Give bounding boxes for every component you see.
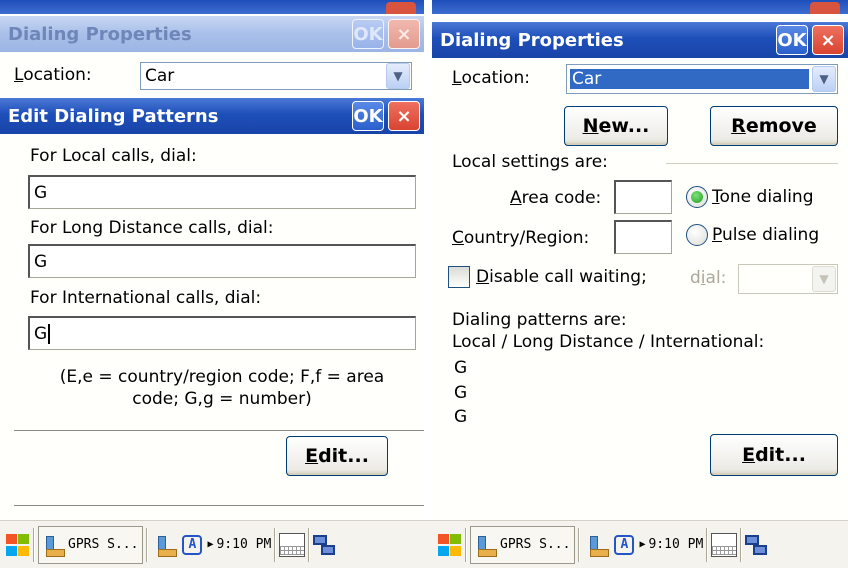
taskbar-app-label: GPRS S... [500, 537, 571, 552]
location-value: Car [570, 69, 809, 89]
edit-patterns-title: Edit Dialing Patterns [8, 105, 219, 127]
pulse-dialing-option[interactable]: Pulse dialing [686, 224, 819, 246]
country-region-input[interactable] [614, 220, 672, 254]
taskbar-left: GPRS S... A ▶ 9:10 PM [0, 520, 432, 568]
taskbar-app-button[interactable]: GPRS S... [470, 525, 576, 564]
switch-windows-icon[interactable] [313, 533, 337, 557]
pattern-local: G [454, 358, 468, 378]
inactive-window-title: Dialing Properties [8, 23, 192, 45]
edit-button[interactable]: Edit... [710, 434, 838, 476]
clock[interactable]: 9:10 PM [216, 537, 271, 552]
location-value: Car [145, 66, 175, 86]
taskbar-app-label: GPRS S... [68, 537, 139, 552]
inactive-titlebar: Dialing Properties OK × [0, 16, 424, 52]
gprs-app-icon [587, 534, 610, 557]
chevron-down-icon[interactable]: ▼ [812, 66, 836, 92]
long-distance-label: For Long Distance calls, dial: [30, 218, 274, 238]
new-button[interactable]: New... [564, 106, 668, 146]
tone-dialing-option[interactable]: Tone dialing [686, 186, 813, 208]
left-screen: Dialing Properties OK × Location: Car ▼ … [0, 0, 424, 520]
text-caret [48, 323, 51, 344]
long-distance-input[interactable]: G [28, 244, 416, 278]
location-row: Location: [14, 60, 92, 90]
international-input[interactable]: G [28, 316, 416, 350]
taskbar-right: GPRS S... A ▶ 9:10 PM [432, 520, 848, 568]
window-title: Dialing Properties [440, 29, 624, 51]
patterns-label: Dialing patterns are: [452, 310, 627, 330]
dial-label: d i al: [690, 268, 727, 288]
local-settings-label: Local settings are: [452, 152, 608, 172]
close-button[interactable]: × [812, 25, 844, 55]
pattern-help-text: (E,e = country/region code; F,f = area c… [59, 367, 385, 409]
chevron-down-icon[interactable]: ▼ [386, 63, 410, 89]
pattern-international: G [454, 407, 468, 427]
input-method-icon[interactable]: A [182, 534, 203, 555]
ok-button[interactable]: OK [776, 25, 808, 55]
location-combo[interactable]: Car ▼ [566, 64, 838, 94]
clock[interactable]: 9:10 PM [648, 537, 703, 552]
edit-patterns-titlebar: Edit Dialing Patterns OK × [0, 98, 424, 134]
local-calls-input[interactable]: G [28, 175, 416, 209]
international-label: For International calls, dial: [30, 288, 262, 308]
tone-radio[interactable] [686, 186, 708, 208]
group-divider [666, 163, 838, 164]
keyboard-icon[interactable] [711, 532, 738, 557]
keyboard-icon[interactable] [279, 532, 306, 557]
bottom-divider [14, 505, 424, 506]
taskbar-app-button[interactable]: GPRS S... [38, 525, 144, 564]
tray-app-icon[interactable] [155, 534, 180, 557]
start-button[interactable] [4, 533, 30, 557]
pulse-radio[interactable] [686, 224, 708, 246]
tray-app-icon[interactable] [587, 534, 612, 557]
divider [14, 430, 424, 431]
dial-combo[interactable]: ▼ [738, 264, 838, 294]
close-button[interactable]: × [388, 101, 420, 131]
disable-call-waiting-checkbox[interactable] [448, 266, 470, 288]
right-screen: Dialing Properties OK × Location: Car ▼ … [432, 0, 848, 520]
edit-button[interactable]: Edit... [286, 436, 388, 476]
chevron-down-icon[interactable]: ▼ [812, 266, 836, 292]
patterns-header: Local / Long Distance / International: [452, 332, 765, 352]
country-region-label: Country/Region: [452, 228, 590, 248]
start-button[interactable] [436, 533, 462, 557]
inactive-close-button[interactable]: × [388, 19, 420, 49]
tray-expand-icon[interactable]: ▶ [639, 539, 645, 550]
windows-flag-icon[interactable] [4, 533, 30, 557]
location-combo[interactable]: Car ▼ [140, 62, 412, 90]
windows-flag-icon[interactable] [436, 533, 462, 557]
location-label: Location: [452, 68, 530, 88]
pattern-long-distance: G [454, 383, 468, 403]
area-code-input[interactable] [614, 180, 672, 214]
switch-windows-icon[interactable] [745, 533, 769, 557]
remove-button[interactable]: Remove [710, 106, 838, 146]
input-method-icon[interactable]: A [614, 534, 635, 555]
tray-expand-icon[interactable]: ▶ [207, 539, 213, 550]
ok-button[interactable]: OK [352, 101, 384, 131]
area-code-label: Area code: [510, 188, 602, 208]
background-window-edge [432, 0, 848, 14]
gprs-app-icon [43, 534, 65, 557]
gprs-app-icon [475, 534, 497, 557]
dialing-properties-titlebar: Dialing Properties OK × [432, 22, 848, 58]
location-label: Location: [14, 65, 92, 85]
inactive-ok-button[interactable]: OK [352, 19, 384, 49]
background-window-edge [0, 0, 424, 14]
disable-call-waiting-option[interactable]: Disable call waiting; [448, 266, 647, 288]
local-calls-label: For Local calls, dial: [30, 146, 197, 166]
gprs-app-icon [155, 534, 178, 557]
